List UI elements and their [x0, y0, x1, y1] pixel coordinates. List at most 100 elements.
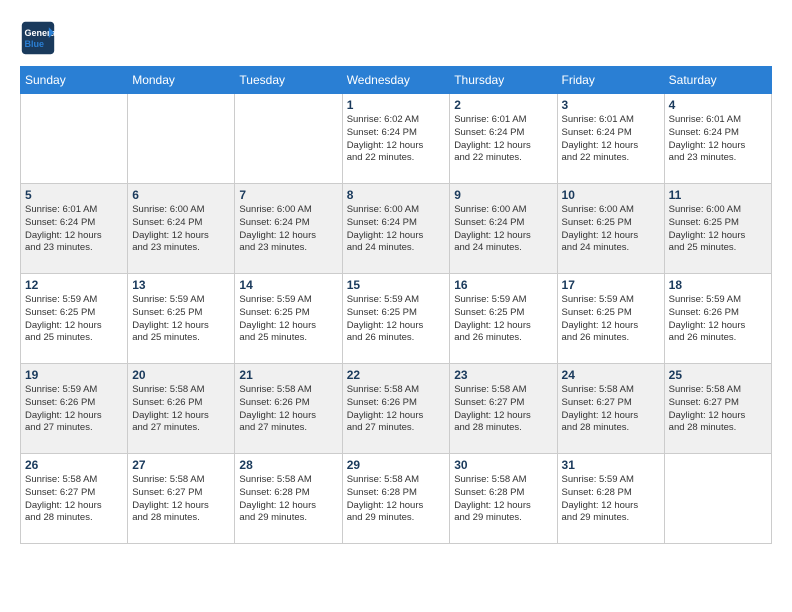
day-info: Sunrise: 6:00 AM Sunset: 6:24 PM Dayligh… [239, 204, 337, 255]
day-info: Sunrise: 5:58 AM Sunset: 6:26 PM Dayligh… [132, 384, 230, 435]
day-number: 17 [562, 278, 660, 292]
day-info: Sunrise: 6:01 AM Sunset: 6:24 PM Dayligh… [669, 114, 767, 165]
calendar-cell: 28Sunrise: 5:58 AM Sunset: 6:28 PM Dayli… [235, 454, 342, 544]
calendar-cell: 24Sunrise: 5:58 AM Sunset: 6:27 PM Dayli… [557, 364, 664, 454]
day-info: Sunrise: 5:58 AM Sunset: 6:28 PM Dayligh… [239, 474, 337, 525]
calendar-cell: 30 Sunrise: 5:58 AM Sunset: 6:28 PM Dayli… [450, 454, 557, 544]
day-number: 31 [562, 458, 660, 472]
day-number: 14 [239, 278, 337, 292]
day-info: Sunrise: 5:59 AM Sunset: 6:28 PM Dayligh… [562, 474, 660, 525]
day-info: Sunrise: 5:58 AM Sunset: 6:27 PM Dayligh… [132, 474, 230, 525]
calendar-cell: 27 Sunrise: 5:58 AM Sunset: 6:27 PM Dayli… [128, 454, 235, 544]
day-info: Sunrise: 5:58 AM Sunset: 6:26 PM Dayligh… [239, 384, 337, 435]
week-row-1: 1 Sunrise: 6:02 AM Sunset: 6:24 PM Daylig… [21, 94, 772, 184]
weekday-header-monday: Monday [128, 67, 235, 94]
day-info: Sunrise: 5:58 AM Sunset: 6:27 PM Dayligh… [562, 384, 660, 435]
day-info: Sunrise: 5:59 AM Sunset: 6:25 PM Dayligh… [454, 294, 552, 345]
calendar-cell [235, 94, 342, 184]
day-info: Sunrise: 5:59 AM Sunset: 6:25 PM Dayligh… [562, 294, 660, 345]
day-number: 18 [669, 278, 767, 292]
calendar-cell: 9 Sunrise: 6:00 AM Sunset: 6:24 PM Daylig… [450, 184, 557, 274]
calendar-cell: 2 Sunrise: 6:01 AM Sunset: 6:24 PM Daylig… [450, 94, 557, 184]
day-number: 29 [347, 458, 446, 472]
day-info: Sunrise: 6:00 AM Sunset: 6:24 PM Dayligh… [132, 204, 230, 255]
day-number: 19 [25, 368, 123, 382]
calendar-cell [664, 454, 771, 544]
day-info: Sunrise: 5:59 AM Sunset: 6:25 PM Dayligh… [132, 294, 230, 345]
day-number: 12 [25, 278, 123, 292]
day-number: 2 [454, 98, 552, 112]
day-info: Sunrise: 6:00 AM Sunset: 6:24 PM Dayligh… [454, 204, 552, 255]
day-number: 3 [562, 98, 660, 112]
day-info: Sunrise: 5:58 AM Sunset: 6:27 PM Dayligh… [25, 474, 123, 525]
day-number: 27 [132, 458, 230, 472]
calendar-cell: 6Sunrise: 6:00 AM Sunset: 6:24 PM Daylig… [128, 184, 235, 274]
calendar-cell: 12 Sunrise: 5:59 AM Sunset: 6:25 PM Dayli… [21, 274, 128, 364]
calendar-cell: 5 Sunrise: 6:01 AM Sunset: 6:24 PM Daylig… [21, 184, 128, 274]
day-number: 25 [669, 368, 767, 382]
calendar-cell: 13 Sunrise: 5:59 AM Sunset: 6:25 PM Dayli… [128, 274, 235, 364]
weekday-header-friday: Friday [557, 67, 664, 94]
day-number: 1 [347, 98, 446, 112]
calendar-cell: 18 Sunrise: 5:59 AM Sunset: 6:26 PM Dayli… [664, 274, 771, 364]
calendar-cell: 4 Sunrise: 6:01 AM Sunset: 6:24 PM Daylig… [664, 94, 771, 184]
day-number: 21 [239, 368, 337, 382]
day-number: 11 [669, 188, 767, 202]
calendar-cell: 14 Sunrise: 5:59 AM Sunset: 6:25 PM Dayli… [235, 274, 342, 364]
calendar-cell [21, 94, 128, 184]
calendar-cell: 11 Sunrise: 6:00 AM Sunset: 6:25 PM Dayli… [664, 184, 771, 274]
day-number: 10 [562, 188, 660, 202]
day-number: 13 [132, 278, 230, 292]
day-number: 15 [347, 278, 446, 292]
calendar-cell: 8 Sunrise: 6:00 AM Sunset: 6:24 PM Daylig… [342, 184, 450, 274]
day-number: 30 [454, 458, 552, 472]
day-number: 20 [132, 368, 230, 382]
calendar-cell: 15Sunrise: 5:59 AM Sunset: 6:25 PM Dayli… [342, 274, 450, 364]
day-info: Sunrise: 5:58 AM Sunset: 6:27 PM Dayligh… [454, 384, 552, 435]
day-info: Sunrise: 6:01 AM Sunset: 6:24 PM Dayligh… [25, 204, 123, 255]
calendar-cell: 17 Sunrise: 5:59 AM Sunset: 6:25 PM Dayli… [557, 274, 664, 364]
day-info: Sunrise: 5:58 AM Sunset: 6:28 PM Dayligh… [454, 474, 552, 525]
day-info: Sunrise: 6:01 AM Sunset: 6:24 PM Dayligh… [562, 114, 660, 165]
day-number: 22 [347, 368, 446, 382]
calendar-cell: 7 Sunrise: 6:00 AM Sunset: 6:24 PM Daylig… [235, 184, 342, 274]
weekday-header-tuesday: Tuesday [235, 67, 342, 94]
day-info: Sunrise: 5:59 AM Sunset: 6:25 PM Dayligh… [239, 294, 337, 345]
calendar-cell: 22Sunrise: 5:58 AM Sunset: 6:26 PM Dayli… [342, 364, 450, 454]
calendar-cell: 25Sunrise: 5:58 AM Sunset: 6:27 PM Dayli… [664, 364, 771, 454]
week-row-2: 5 Sunrise: 6:01 AM Sunset: 6:24 PM Daylig… [21, 184, 772, 274]
day-info: Sunrise: 5:59 AM Sunset: 6:26 PM Dayligh… [25, 384, 123, 435]
day-info: Sunrise: 6:00 AM Sunset: 6:25 PM Dayligh… [562, 204, 660, 255]
calendar-cell: 3 Sunrise: 6:01 AM Sunset: 6:24 PM Daylig… [557, 94, 664, 184]
calendar-cell: 20 Sunrise: 5:58 AM Sunset: 6:26 PM Dayli… [128, 364, 235, 454]
calendar-cell: 29 Sunrise: 5:58 AM Sunset: 6:28 PM Dayli… [342, 454, 450, 544]
day-info: Sunrise: 5:59 AM Sunset: 6:25 PM Dayligh… [25, 294, 123, 345]
day-number: 7 [239, 188, 337, 202]
calendar-cell: 16 Sunrise: 5:59 AM Sunset: 6:25 PM Dayli… [450, 274, 557, 364]
day-info: Sunrise: 6:01 AM Sunset: 6:24 PM Dayligh… [454, 114, 552, 165]
day-number: 8 [347, 188, 446, 202]
week-row-4: 19 Sunrise: 5:59 AM Sunset: 6:26 PM Dayli… [21, 364, 772, 454]
day-info: Sunrise: 5:58 AM Sunset: 6:28 PM Dayligh… [347, 474, 446, 525]
weekday-header-row: SundayMondayTuesdayWednesdayThursdayFrid… [21, 67, 772, 94]
calendar-cell: 10 Sunrise: 6:00 AM Sunset: 6:25 PM Dayli… [557, 184, 664, 274]
calendar-cell: 1 Sunrise: 6:02 AM Sunset: 6:24 PM Daylig… [342, 94, 450, 184]
weekday-header-wednesday: Wednesday [342, 67, 450, 94]
calendar-cell: 21 Sunrise: 5:58 AM Sunset: 6:26 PM Dayli… [235, 364, 342, 454]
weekday-header-sunday: Sunday [21, 67, 128, 94]
day-number: 5 [25, 188, 123, 202]
day-number: 16 [454, 278, 552, 292]
calendar-cell [128, 94, 235, 184]
svg-text:Blue: Blue [25, 39, 45, 49]
day-info: Sunrise: 6:02 AM Sunset: 6:24 PM Dayligh… [347, 114, 446, 165]
day-info: Sunrise: 5:59 AM Sunset: 6:26 PM Dayligh… [669, 294, 767, 345]
day-info: Sunrise: 6:00 AM Sunset: 6:24 PM Dayligh… [347, 204, 446, 255]
logo-icon: General Blue [20, 20, 56, 56]
week-row-3: 12 Sunrise: 5:59 AM Sunset: 6:25 PM Dayli… [21, 274, 772, 364]
day-number: 9 [454, 188, 552, 202]
calendar-cell: 31 Sunrise: 5:59 AM Sunset: 6:28 PM Dayli… [557, 454, 664, 544]
day-number: 23 [454, 368, 552, 382]
week-row-5: 26Sunrise: 5:58 AM Sunset: 6:27 PM Dayli… [21, 454, 772, 544]
day-info: Sunrise: 6:00 AM Sunset: 6:25 PM Dayligh… [669, 204, 767, 255]
day-number: 4 [669, 98, 767, 112]
